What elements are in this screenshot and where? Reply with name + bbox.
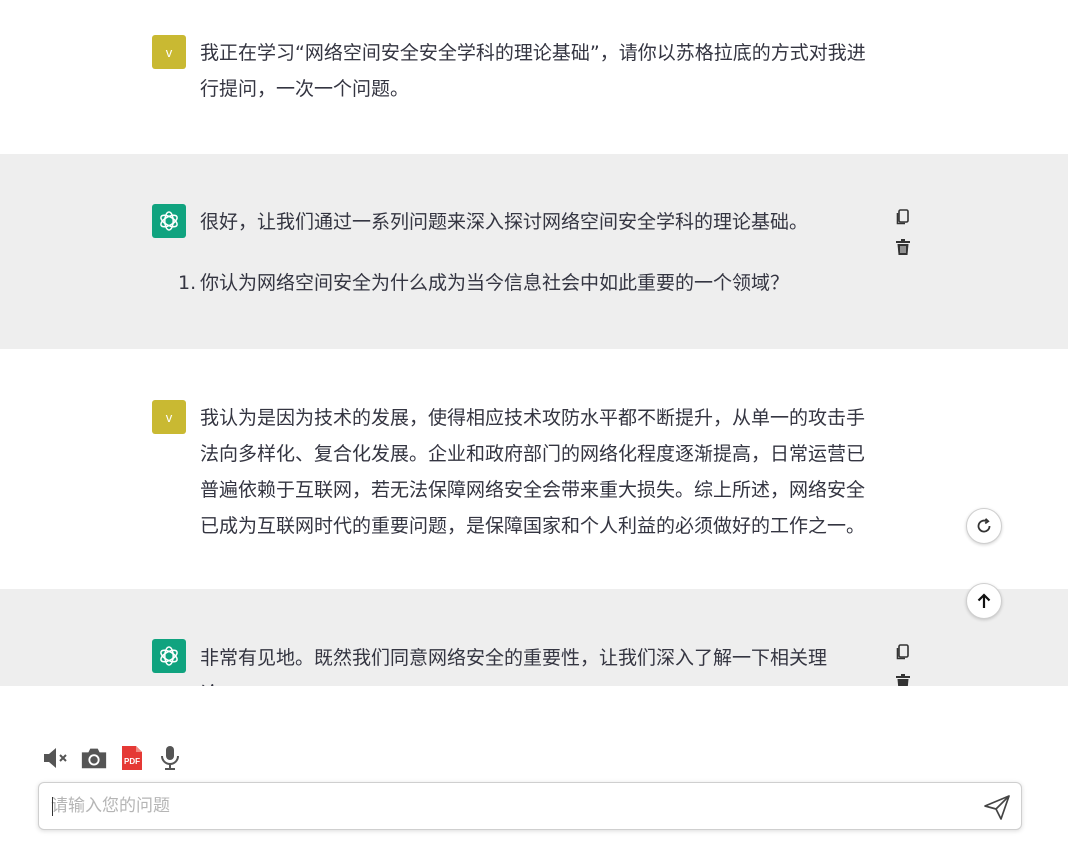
user-avatar-label: v — [165, 44, 173, 60]
text-caret — [52, 797, 53, 816]
copy-icon[interactable] — [894, 208, 912, 226]
chat-thread: v 我正在学习“网络空间安全安全学科的理论基础”，请你以苏格拉底的方式对我进 行… — [0, 0, 1068, 686]
user-avatar: v — [152, 400, 186, 434]
user-message: v 我认为是因为技术的发展，使得相应技术攻防水平都不断提升，从单一的攻击手 法向… — [0, 349, 1068, 589]
copy-icon[interactable] — [894, 643, 912, 661]
message-text: 我正在学习“网络空间安全安全学科的理论基础”，请你以苏格拉底的方式对我进 行提问… — [200, 35, 905, 107]
message-line: 非常有见地。既然我们同意网络安全的重要性，让我们深入了解一下相关理 — [200, 647, 828, 669]
user-avatar: v — [152, 35, 186, 69]
pdf-icon: PDF — [122, 746, 142, 770]
message-line: 论。 — [200, 676, 870, 686]
message-line: 很好，让我们通过一系列问题来深入探讨网络空间安全学科的理论基础。 — [200, 211, 809, 233]
message-line: 法向多样化、复合化发展。企业和政府部门的网络化程度逐渐提高，日常运营已 — [200, 443, 866, 465]
message-text: 很好，让我们通过一系列问题来深入探讨网络空间安全学科的理论基础。 — [200, 204, 905, 240]
trash-icon[interactable] — [894, 673, 912, 686]
message-line: 我认为是因为技术的发展，使得相应技术攻防水平都不断提升，从单一的攻击手 — [200, 407, 866, 429]
pdf-button[interactable]: PDF — [118, 744, 146, 772]
message-line: 我正在学习“网络空间安全安全学科的理论基础”，请你以苏格拉底的方式对我进 — [200, 42, 866, 64]
refresh-icon — [977, 518, 991, 533]
mute-button[interactable] — [42, 744, 70, 772]
microphone-button[interactable] — [156, 744, 184, 772]
svg-text:PDF: PDF — [124, 757, 140, 766]
list-number: 1. — [178, 272, 197, 294]
message-line: 普遍依赖于互联网，若无法保障网络安全会带来重大损失。综上所述，网络安全 — [200, 479, 866, 501]
openai-logo-icon — [160, 211, 178, 231]
question-input[interactable] — [51, 783, 971, 829]
user-avatar-label: v — [165, 409, 173, 425]
camera-icon — [81, 748, 107, 769]
question-input-box — [38, 782, 1022, 830]
assistant-avatar — [152, 639, 186, 673]
scroll-up-button[interactable] — [966, 583, 1002, 619]
assistant-message: 很好，让我们通过一系列问题来深入探讨网络空间安全学科的理论基础。 1. 你认为网… — [0, 154, 1068, 349]
message-line: 行提问，一次一个问题。 — [200, 78, 410, 100]
assistant-avatar — [152, 204, 186, 238]
send-icon[interactable] — [983, 793, 1011, 821]
message-text: 我认为是因为技术的发展，使得相应技术攻防水平都不断提升，从单一的攻击手 法向多样… — [200, 400, 905, 544]
user-message: v 我正在学习“网络空间安全安全学科的理论基础”，请你以苏格拉底的方式对我进 行… — [0, 0, 1068, 154]
arrow-up-icon — [977, 593, 991, 608]
assistant-message: 非常有见地。既然我们同意网络安全的重要性，让我们深入了解一下相关理 论。 — [0, 589, 1068, 686]
trash-icon[interactable] — [894, 238, 912, 256]
microphone-icon — [161, 746, 179, 770]
message-line: 已成为互联网时代的重要问题，是保障国家和个人利益的必须做好的工作之一。 — [200, 515, 866, 537]
regenerate-button[interactable] — [966, 508, 1002, 544]
openai-logo-icon — [160, 646, 178, 666]
input-toolbar: PDF — [42, 744, 184, 772]
camera-button[interactable] — [80, 744, 108, 772]
message-text: 非常有见地。既然我们同意网络安全的重要性，让我们深入了解一下相关理 论。 — [200, 640, 870, 686]
list-item: 你认为网络空间安全为什么成为当今信息社会中如此重要的一个领域？ — [200, 272, 790, 294]
speaker-muted-icon — [44, 748, 67, 768]
